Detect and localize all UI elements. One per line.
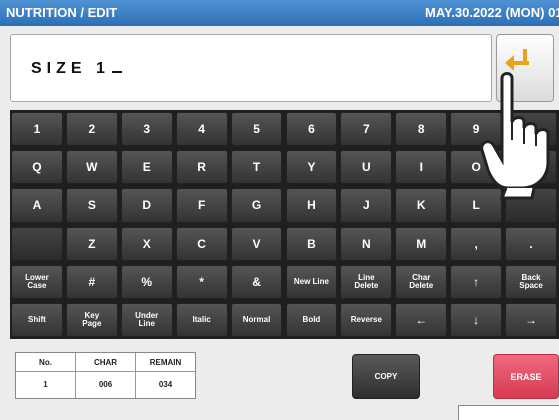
key-[interactable]: & (230, 264, 283, 299)
key-line-delete[interactable]: Line Delete (340, 264, 393, 299)
date-time: MAY.30.2022 (MON) 01:4 (425, 5, 559, 20)
keyboard: 1 2 3 4 5 6 7 8 9 Q W E R T Y U I O A S D F G H J K L Z X C V B N M,. Lowe… (10, 110, 559, 339)
key-7[interactable]: 7 (340, 112, 393, 147)
key-[interactable]: ↑ (450, 264, 503, 299)
key-under-line[interactable]: Under Line (120, 303, 173, 338)
title-bar: NUTRITION / EDIT MAY.30.2022 (MON) 01:4 (0, 0, 559, 26)
key-1[interactable]: 1 (11, 112, 63, 147)
text-entry-field[interactable]: SIZE 1 (10, 34, 492, 102)
char-label: CHAR (76, 355, 135, 372)
key-m[interactable]: M (395, 226, 448, 261)
footer-box (458, 405, 559, 420)
key-4[interactable]: 4 (175, 112, 228, 147)
key-lower-case[interactable]: Lower Case (11, 264, 63, 299)
key-[interactable]: % (120, 264, 173, 299)
key-u[interactable]: U (340, 150, 393, 185)
key-[interactable]: * (175, 264, 228, 299)
key-blank[interactable] (11, 226, 63, 261)
erase-button[interactable]: ERASE (493, 354, 559, 399)
key-[interactable]: , (450, 226, 503, 261)
remain-label: REMAIN (136, 355, 195, 372)
no-label: No. (16, 355, 75, 372)
key-b[interactable]: B (285, 226, 338, 261)
key-y[interactable]: Y (285, 150, 338, 185)
key-z[interactable]: Z (65, 226, 118, 261)
key-italic[interactable]: Italic (175, 303, 228, 338)
key-c[interactable]: C (175, 226, 228, 261)
key-new-line[interactable]: New Line (285, 264, 338, 299)
pointing-hand-icon (480, 72, 550, 200)
key-w[interactable]: W (65, 150, 118, 185)
key-j[interactable]: J (340, 188, 393, 223)
key-i[interactable]: I (395, 150, 448, 185)
char-value: 006 (98, 380, 113, 389)
key-bold[interactable]: Bold (285, 303, 338, 338)
key-[interactable]: . (505, 226, 557, 261)
key-t[interactable]: T (230, 150, 283, 185)
key-char-delete[interactable]: Char Delete (395, 264, 448, 299)
text-cursor (111, 58, 122, 73)
key-[interactable]: # (65, 264, 118, 299)
key-2[interactable]: 2 (65, 112, 118, 147)
key-h[interactable]: H (285, 188, 338, 223)
key-n[interactable]: N (340, 226, 393, 261)
key-back-space[interactable]: Back Space (505, 264, 557, 299)
key-f[interactable]: F (175, 188, 228, 223)
key-key-page[interactable]: Key Page (65, 303, 118, 338)
key-5[interactable]: 5 (230, 112, 283, 147)
status-panel: No. CHAR REMAIN 1 006 034 (15, 352, 196, 399)
key-r[interactable]: R (175, 150, 228, 185)
entry-text: SIZE 1 (31, 58, 122, 78)
no-value: 1 (43, 380, 48, 389)
key-d[interactable]: D (120, 188, 173, 223)
key-x[interactable]: X (120, 226, 173, 261)
key-e[interactable]: E (120, 150, 173, 185)
remain-value: 034 (158, 380, 173, 389)
copy-button[interactable]: COPY (352, 354, 420, 399)
key-v[interactable]: V (230, 226, 283, 261)
key-s[interactable]: S (65, 188, 118, 223)
key-3[interactable]: 3 (120, 112, 173, 147)
key-a[interactable]: A (11, 188, 63, 223)
key-6[interactable]: 6 (285, 112, 338, 147)
screen-title: NUTRITION / EDIT (6, 5, 118, 20)
key-q[interactable]: Q (11, 150, 63, 185)
key-normal[interactable]: Normal (230, 303, 283, 338)
key-reverse[interactable]: Reverse (340, 303, 393, 338)
key-[interactable]: ↓ (450, 303, 503, 338)
key-g[interactable]: G (230, 188, 283, 223)
key-shift[interactable]: Shift (11, 303, 63, 338)
key-[interactable]: → (505, 303, 557, 338)
key-k[interactable]: K (395, 188, 448, 223)
key-8[interactable]: 8 (395, 112, 448, 147)
key-[interactable]: ← (395, 303, 448, 338)
